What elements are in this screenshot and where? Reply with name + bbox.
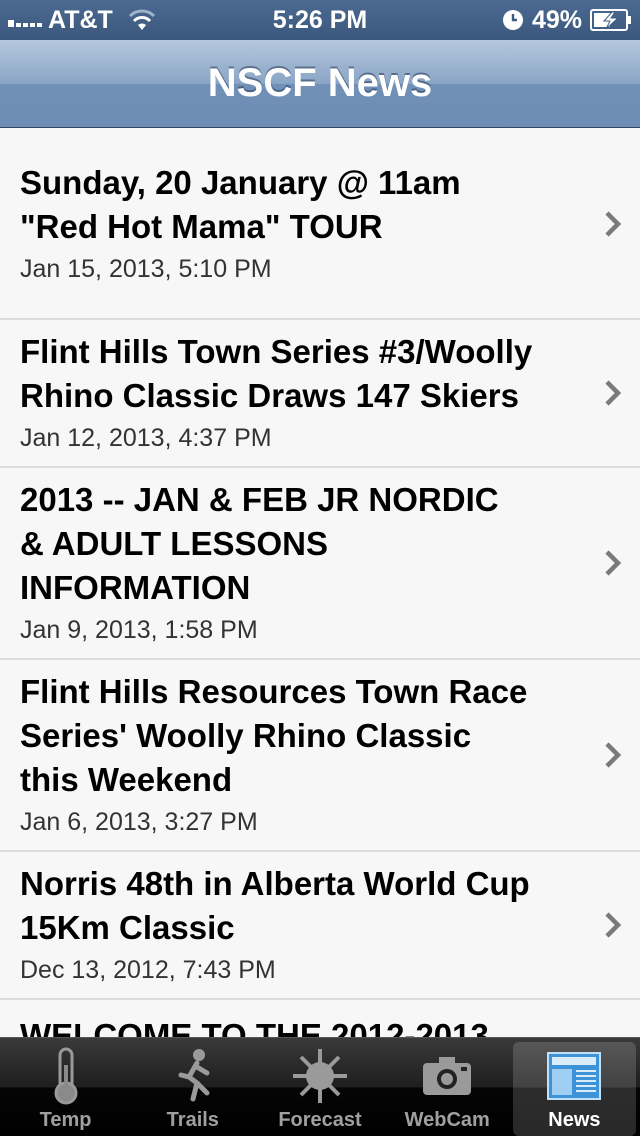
news-item[interactable]: 2013 -- JAN & FEB JR NORDIC & ADULT LESS…	[0, 468, 640, 660]
tab-trails[interactable]: Trails	[131, 1042, 254, 1136]
skier-icon	[178, 1049, 210, 1102]
tab-news[interactable]: News	[512, 1042, 637, 1136]
carrier-name: AT&T	[48, 5, 113, 34]
news-item[interactable]: WELCOME TO THE 2012-2013	[0, 1000, 640, 1037]
tab-label: Temp	[39, 1109, 92, 1131]
news-date: Jan 12, 2013, 4:37 PM	[20, 424, 272, 452]
status-bar: AT&T 5:26 PM 49%	[0, 0, 640, 40]
chevron-right-icon	[605, 912, 622, 938]
chevron-right-icon	[605, 380, 622, 406]
tab-label: News	[548, 1109, 601, 1131]
tab-label: Trails	[166, 1109, 219, 1131]
tab-bar: Temp Trails Forecast WebCam News	[0, 1037, 640, 1136]
tab-label: Forecast	[278, 1109, 362, 1131]
tab-webcam[interactable]: WebCam	[386, 1042, 509, 1136]
tab-forecast[interactable]: Forecast	[258, 1042, 381, 1136]
signal-strength-icon	[8, 13, 42, 27]
thermometer-icon	[54, 1047, 78, 1105]
news-title: Flint Hills Resources Town Race Series' …	[20, 673, 528, 798]
wifi-icon	[128, 9, 155, 30]
tab-temp[interactable]: Temp	[4, 1042, 127, 1136]
status-right: 49%	[502, 0, 632, 40]
news-title: Sunday, 20 January @ 11am "Red Hot Mama"…	[20, 163, 461, 245]
news-item[interactable]: Flint Hills Resources Town Race Series' …	[0, 660, 640, 852]
news-list[interactable]: Sunday, 20 January @ 11am "Red Hot Mama"…	[0, 129, 640, 1037]
news-title: 2013 -- JAN & FEB JR NORDIC & ADULT LESS…	[20, 481, 499, 606]
news-item[interactable]: Norris 48th in Alberta World Cup 15Km Cl…	[0, 852, 640, 1000]
news-title: WELCOME TO THE 2012-2013	[20, 1017, 489, 1037]
battery-percent: 49%	[531, 5, 582, 34]
news-date: Dec 13, 2012, 7:43 PM	[20, 956, 276, 984]
news-title: Flint Hills Town Series #3/Woolly Rhino …	[20, 333, 533, 414]
camera-icon	[423, 1057, 472, 1095]
chevron-right-icon	[605, 210, 622, 237]
page-title: NSCF News	[207, 61, 433, 105]
battery-charging-icon	[590, 9, 631, 31]
news-date: Jan 6, 2013, 3:27 PM	[20, 808, 258, 836]
tab-label: WebCam	[404, 1109, 490, 1131]
navigation-bar: NSCF News	[0, 40, 640, 128]
status-left: AT&T	[8, 0, 157, 40]
news-date: Jan 9, 2013, 1:58 PM	[20, 616, 258, 644]
alarm-clock-icon	[502, 10, 523, 30]
news-date: Jan 15, 2013, 5:10 PM	[20, 254, 272, 283]
chevron-right-icon	[605, 742, 622, 768]
sun-icon	[293, 1049, 347, 1103]
chevron-right-icon	[605, 550, 622, 576]
news-item[interactable]: Flint Hills Town Series #3/Woolly Rhino …	[0, 320, 640, 468]
newspaper-icon	[547, 1052, 602, 1100]
news-item[interactable]: Sunday, 20 January @ 11am "Red Hot Mama"…	[0, 129, 640, 320]
news-title: Norris 48th in Alberta World Cup 15Km Cl…	[20, 865, 530, 946]
